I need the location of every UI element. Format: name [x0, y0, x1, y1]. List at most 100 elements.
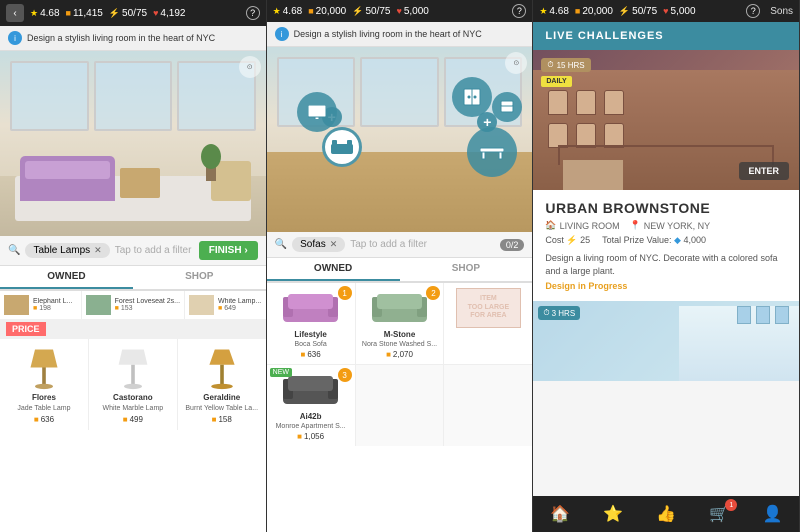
stat-hearts: ♥ 4,192: [153, 8, 185, 19]
tv-selector[interactable]: [297, 92, 337, 132]
sofa-item[interactable]: NEW 3 Ai42b Monroe Apartment S... ■ 1,05…: [267, 365, 355, 446]
filter-placeholder[interactable]: Tap to add a filter: [350, 239, 495, 250]
prize-label: Total Prize Value: ◆ 4,000: [602, 235, 706, 246]
search-icon: 🔍: [8, 245, 20, 256]
table-selector[interactable]: [467, 127, 517, 177]
item-image: [103, 345, 163, 390]
star-nav-icon: ⭐: [603, 504, 623, 524]
nav-item-like[interactable]: 👍: [640, 500, 693, 528]
sofa-image: [367, 288, 432, 328]
shop-header: PRICE: [0, 319, 266, 339]
room-background-1: [0, 51, 266, 236]
window-row: [548, 90, 784, 115]
challenges-list: ⏱ 15 HRS DAILY ENTER URBAN BROWNSTONE 🏠 …: [533, 50, 799, 496]
heart-icon: ♥: [663, 6, 668, 16]
item-name: Lifestyle: [294, 330, 326, 339]
tv-icon: [308, 105, 326, 119]
challenge-image-1[interactable]: ⏱ 15 HRS DAILY ENTER: [533, 50, 799, 190]
shop-item[interactable]: Geraldine Burnt Yellow Table La... ■ 158: [178, 339, 266, 430]
back-button[interactable]: ‹: [6, 4, 24, 22]
location: 📍 NEW YORK, NY: [630, 220, 711, 231]
room-plant: [201, 146, 221, 181]
location-icon: 📍: [630, 220, 641, 231]
panel-3: ★ 4.68 ■ 20,000 ⚡ 50/75 ♥ 5,000 ? Sons L…: [533, 0, 800, 532]
lightning-icon: ⚡: [352, 6, 363, 17]
list-item[interactable]: Forest Loveseat 2s... ■ 153: [82, 291, 184, 319]
shop-item[interactable]: Flores Jade Table Lamp ■ 636: [0, 339, 88, 430]
room-image-1[interactable]: ⊙: [0, 51, 266, 236]
lamp-illustration: [202, 345, 242, 390]
room-image-2[interactable]: +: [267, 47, 533, 232]
shop-item[interactable]: Castorano White Marble Lamp ■ 499: [89, 339, 177, 430]
help-icon[interactable]: ?: [246, 6, 260, 20]
ch2-window: [756, 306, 770, 324]
progress-label: Design in Progress: [545, 281, 787, 291]
stat-energy: ⚡ 50/75: [109, 8, 147, 19]
prompt-banner-1: i Design a stylish living room in the he…: [0, 26, 266, 51]
nav-item-star[interactable]: ⭐: [586, 500, 639, 528]
item-name: Castorano: [113, 393, 153, 402]
lightning-icon: ⚡: [109, 8, 120, 19]
prize-diamond-icon: ◆: [674, 235, 681, 245]
item-name: Forest Loveseat 2s...: [115, 298, 180, 305]
tab-owned-2[interactable]: OWNED: [267, 258, 400, 281]
item-subname: Nora Stone Washed S...: [362, 341, 437, 348]
challenge-card-2[interactable]: ⏱ 3 HRS: [533, 301, 799, 381]
topbar-1: ‹ ★ 4.68 ■ 11,415 ⚡ 50/75 ♥ 4,192 ?: [0, 0, 266, 26]
filter-placeholder[interactable]: Tap to add a filter: [115, 245, 194, 256]
room-icon: 🏠: [545, 220, 556, 231]
clock-icon: ⏱: [547, 60, 553, 70]
cart-icon: 🛒: [709, 504, 729, 524]
watermark: ⊙: [239, 56, 261, 78]
finish-button[interactable]: FINISH ›: [199, 241, 258, 260]
window-center: [94, 61, 173, 131]
chair-selector[interactable]: [492, 92, 522, 122]
remove-tag-btn[interactable]: ✕: [330, 239, 338, 250]
heart-icon: ♥: [397, 6, 402, 16]
star-icon: ★: [273, 6, 281, 17]
tab-owned-1[interactable]: OWNED: [0, 266, 133, 289]
sofa-selector[interactable]: [322, 127, 362, 167]
item-subname: White Marble Lamp: [102, 405, 163, 412]
search-area-1: 🔍 Table Lamps ✕ Tap to add a filter FINI…: [0, 236, 266, 266]
list-item[interactable]: White Lamp... ■ 649: [185, 291, 266, 319]
item-price: ■ 2,070: [386, 350, 413, 359]
shop-grid-1: Flores Jade Table Lamp ■ 636 Castorano: [0, 339, 266, 430]
search-tag-1[interactable]: Table Lamps ✕: [25, 243, 109, 258]
help-icon[interactable]: ?: [512, 4, 526, 18]
item-name: Geraldine: [203, 393, 240, 402]
sofa-item-too-large[interactable]: ITEMTOO LARGEFOR AREA: [444, 283, 532, 364]
sofa-item[interactable]: 2 M-Stone Nora Stone Washed S... ■ 2,070: [356, 283, 444, 364]
nav-item-profile[interactable]: 👤: [746, 500, 799, 528]
owned-list-1: Elephant L... ■ 198 Forest Loveseat 2s..…: [0, 291, 266, 319]
cost-label: Cost ⚡ 25: [545, 235, 590, 246]
stat-energy: ⚡ 50/75: [619, 6, 657, 17]
stat-hearts: ♥ 5,000: [397, 6, 429, 17]
nav-item-home[interactable]: 🏠: [533, 500, 586, 528]
coin-icon: ■: [297, 432, 302, 441]
item-price: ■ 499: [123, 415, 143, 424]
tab-shop-2[interactable]: SHOP: [400, 258, 533, 281]
count-badge: 0/2: [500, 239, 525, 251]
search-tag-2[interactable]: Sofas ✕: [292, 237, 345, 252]
cabinet-selector[interactable]: [452, 77, 492, 117]
item-name: Elephant L...: [33, 298, 77, 305]
building-windows: [548, 90, 784, 148]
help-icon[interactable]: ?: [746, 4, 760, 18]
stat-stars: ★ 4.68: [273, 6, 303, 17]
cabinet-icon: [463, 88, 481, 106]
item-name: Flores: [32, 393, 56, 402]
enter-button[interactable]: ENTER: [739, 162, 790, 180]
sofa-item-empty: [356, 365, 444, 446]
nav-item-cart[interactable]: 🛒: [693, 500, 746, 528]
window-left: [10, 61, 89, 131]
like-icon: 👍: [656, 504, 676, 524]
list-item[interactable]: Elephant L... ■ 198: [0, 291, 81, 319]
remove-tag-btn[interactable]: ✕: [94, 245, 102, 256]
sofa-item[interactable]: 1 Lifestyle Boca Sofa ■ 636: [267, 283, 355, 364]
item-subname: Burnt Yellow Table La...: [185, 405, 258, 412]
lightning-icon: ⚡: [619, 6, 630, 17]
stat-coins: ■ 11,415: [66, 8, 103, 19]
tab-shop-1[interactable]: SHOP: [133, 266, 266, 289]
lamp-illustration: [24, 345, 64, 390]
